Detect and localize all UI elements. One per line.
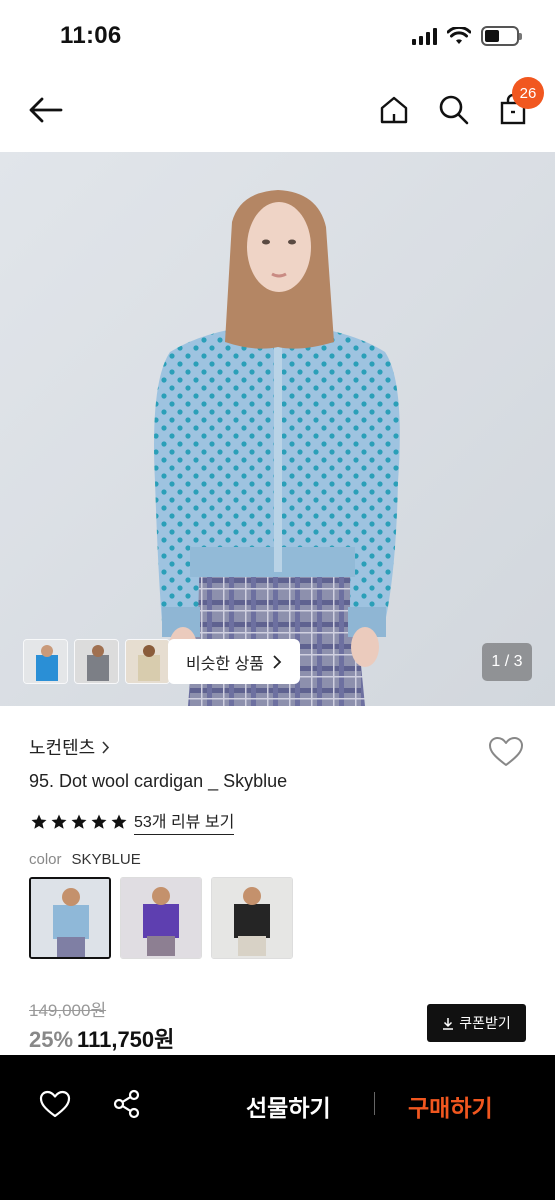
star-icon — [31, 814, 47, 829]
top-nav — [0, 70, 555, 152]
status-time: 11:06 — [60, 22, 122, 49]
color-label: color — [29, 851, 62, 868]
original-price: 149,000원 — [29, 1001, 107, 1020]
brand-name: 노컨텐츠 — [29, 738, 96, 758]
image-page-indicator: 1 / 3 — [482, 643, 532, 681]
star-icon — [91, 814, 107, 829]
star-icon — [71, 814, 87, 829]
home-icon — [380, 96, 408, 124]
chevron-right-icon — [273, 654, 282, 669]
home-button[interactable] — [374, 90, 414, 130]
product-photo — [0, 152, 555, 706]
image-thumbnail[interactable] — [23, 639, 68, 684]
wifi-icon — [447, 27, 471, 44]
search-icon — [439, 95, 469, 125]
back-button[interactable] — [26, 90, 66, 130]
battery-icon — [481, 26, 522, 46]
color-option-skyblue[interactable] — [29, 877, 111, 959]
heart-icon — [489, 737, 523, 766]
cellular-signal-icon — [412, 27, 437, 45]
coupon-button[interactable]: 쿠폰받기 — [427, 1004, 526, 1042]
buy-button[interactable]: 구매하기 — [408, 1089, 493, 1123]
color-option-purple[interactable] — [120, 877, 202, 959]
image-thumbnail[interactable] — [74, 639, 119, 684]
star-icon — [111, 814, 127, 829]
similar-products-button[interactable]: 비슷한 상품 — [168, 639, 300, 684]
cart-count-badge: 26 — [512, 77, 544, 109]
heart-icon — [39, 1090, 71, 1118]
color-value: SKYBLUE — [71, 851, 141, 868]
color-row: color SKYBLUE — [29, 851, 141, 868]
price-row: 25% 111,750원 — [29, 1022, 174, 1054]
sale-price: 111,750원 — [77, 1027, 175, 1052]
status-icons — [412, 26, 522, 46]
search-button[interactable] — [434, 90, 474, 130]
share-button[interactable] — [110, 1087, 144, 1121]
review-link[interactable]: 53개 리뷰 보기 — [134, 808, 235, 835]
product-name: 95. Dot wool cardigan _ Skyblue — [29, 771, 288, 791]
brand-link[interactable]: 노컨텐츠 — [29, 734, 110, 760]
discount-rate: 25% — [29, 1027, 74, 1052]
color-option-black[interactable] — [211, 877, 293, 959]
divider — [374, 1092, 375, 1115]
download-icon — [443, 1017, 454, 1030]
coupon-label: 쿠폰받기 — [459, 1015, 511, 1031]
rating-row: 53개 리뷰 보기 — [30, 808, 235, 835]
color-options — [29, 877, 293, 959]
image-thumbnail[interactable] — [125, 639, 170, 684]
bottom-action-bar: 선물하기 구매하기 — [0, 1055, 555, 1200]
similar-products-label: 비슷한 상품 — [185, 655, 265, 673]
product-image-carousel[interactable]: 비슷한 상품 1 / 3 — [0, 152, 555, 706]
star-icon — [51, 814, 67, 829]
arrow-left-icon — [29, 97, 63, 123]
bottom-wishlist-button[interactable] — [38, 1087, 72, 1121]
status-bar: 11:06 — [0, 0, 555, 70]
image-thumbnail-strip — [23, 639, 170, 684]
share-icon — [113, 1089, 140, 1119]
star-rating — [30, 813, 128, 831]
chevron-right-icon — [102, 740, 110, 754]
wishlist-button[interactable] — [488, 736, 524, 768]
gift-button[interactable]: 선물하기 — [246, 1089, 331, 1123]
